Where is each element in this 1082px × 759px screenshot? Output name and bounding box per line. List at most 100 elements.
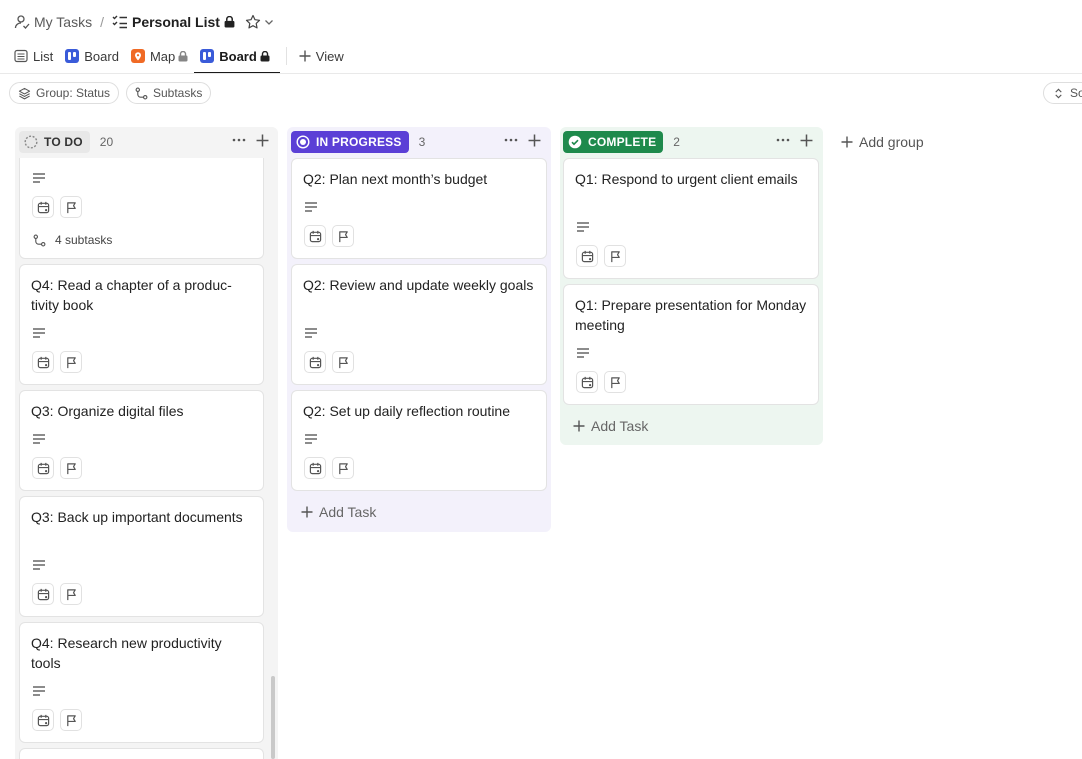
tab-map[interactable]: Map xyxy=(130,45,188,67)
subtasks-button[interactable]: Subtasks xyxy=(126,82,212,104)
calendar-icon[interactable] xyxy=(32,457,54,479)
task-card[interactable]: 4 subtasks xyxy=(19,158,264,259)
plus-icon xyxy=(299,50,311,62)
flag-icon[interactable] xyxy=(332,457,354,479)
subtasks-toggle[interactable]: 4 subtasks xyxy=(33,233,112,247)
add-view-label: View xyxy=(315,48,344,64)
column-header-in-progress: IN PROGRESS 3 xyxy=(291,130,425,154)
description-icon xyxy=(33,434,45,444)
column-actions-complete xyxy=(776,133,813,147)
task-card[interactable]: Q2: Set up daily reflection routine xyxy=(291,390,547,491)
check-circle-icon xyxy=(568,135,588,149)
tab-board[interactable]: Board xyxy=(65,45,119,67)
breadcrumb-separator: / xyxy=(100,14,104,30)
task-count: 3 xyxy=(418,135,426,149)
task-card[interactable]: Q4: Research new productivity tools xyxy=(19,622,264,743)
task-title: Q1: Respond to urgent client emails xyxy=(575,171,798,187)
breadcrumb: My Tasks / Personal List xyxy=(14,12,274,32)
more-icon[interactable] xyxy=(232,133,246,147)
task-title: Q2: Review and update weekly goals xyxy=(303,277,534,293)
add-group-button[interactable]: Add group xyxy=(841,134,924,150)
list-icon xyxy=(14,49,28,63)
checklist-icon xyxy=(112,14,128,30)
more-icon[interactable] xyxy=(504,133,518,147)
task-title: Q3: Organize digital files xyxy=(31,403,184,419)
status-pill-complete[interactable]: COMPLETE xyxy=(563,131,664,153)
flag-icon[interactable] xyxy=(604,245,626,267)
lock-icon xyxy=(260,51,270,62)
task-card[interactable]: Q1: Prepare presentation for Monday meet… xyxy=(563,284,819,405)
calendar-icon[interactable] xyxy=(32,583,54,605)
task-card[interactable]: Q3: Organize digital files xyxy=(19,390,264,491)
my-tasks-icon xyxy=(14,14,30,30)
tab-divider xyxy=(285,47,287,65)
tab-list[interactable]: List xyxy=(14,45,53,67)
calendar-icon[interactable] xyxy=(304,457,326,479)
task-card[interactable]: Q1: Respond to urgent client emails xyxy=(563,158,819,279)
column-scrollbar[interactable] xyxy=(271,676,275,759)
calendar-icon[interactable] xyxy=(576,371,598,393)
flag-icon[interactable] xyxy=(60,709,82,731)
plus-icon xyxy=(301,506,319,518)
task-card[interactable]: Q2: Review and update weekly goals xyxy=(291,264,547,385)
flag-icon[interactable] xyxy=(60,351,82,373)
task-title: Q2: Set up daily reflection routine xyxy=(303,403,511,419)
task-count: 20 xyxy=(99,135,114,149)
group-by-button[interactable]: Group: Status xyxy=(9,82,120,104)
task-card[interactable]: Q3: Back up important documents xyxy=(19,496,264,617)
flag-icon[interactable] xyxy=(332,225,354,247)
status-pill-todo[interactable]: TO DO xyxy=(19,131,90,153)
board-icon xyxy=(200,49,215,63)
calendar-icon[interactable] xyxy=(304,225,326,247)
tab-label: Map xyxy=(149,48,176,64)
calendar-icon[interactable] xyxy=(32,196,54,218)
description-icon xyxy=(33,560,45,570)
view-tabs: List Board Map Board View xyxy=(14,45,356,74)
flag-icon[interactable] xyxy=(60,583,82,605)
todo-status-icon xyxy=(24,135,44,149)
calendar-icon[interactable] xyxy=(32,709,54,731)
tab-board-private[interactable]: Board xyxy=(194,45,280,74)
subtasks-icon xyxy=(33,234,55,247)
layers-icon xyxy=(18,87,36,100)
status-pill-in-progress[interactable]: IN PROGRESS xyxy=(291,131,409,153)
calendar-icon[interactable] xyxy=(304,351,326,373)
description-icon xyxy=(33,173,45,183)
description-icon xyxy=(33,328,45,338)
flag-icon[interactable] xyxy=(60,457,82,479)
subtasks-icon xyxy=(135,87,153,100)
add-view-button[interactable]: View xyxy=(299,45,344,67)
add-icon[interactable] xyxy=(256,134,269,147)
more-icon[interactable] xyxy=(776,133,790,147)
task-card[interactable] xyxy=(19,748,264,759)
add-task-label: Add Task xyxy=(319,504,377,520)
description-icon xyxy=(577,222,589,232)
add-task-button[interactable]: Add Task xyxy=(573,418,648,434)
breadcrumb-my-tasks[interactable]: My Tasks xyxy=(34,14,92,30)
group-by-label: Group: Status xyxy=(36,86,111,100)
subtasks-label: Subtasks xyxy=(153,86,203,100)
task-card[interactable]: Q4: Read a chapter of a produc-tivity bo… xyxy=(19,264,264,385)
status-label: TO DO xyxy=(44,135,83,149)
breadcrumb-personal-list[interactable]: Personal List xyxy=(132,14,220,30)
add-icon[interactable] xyxy=(528,134,541,147)
add-icon[interactable] xyxy=(800,134,813,147)
column-header-complete: COMPLETE 2 xyxy=(563,130,680,154)
column-actions-in-progress xyxy=(504,133,541,147)
task-count: 2 xyxy=(673,135,680,149)
task-card[interactable]: Q2: Plan next month’s budget xyxy=(291,158,547,259)
chevron-down-icon[interactable] xyxy=(264,17,274,27)
star-icon[interactable] xyxy=(245,14,261,30)
sort-button[interactable]: So xyxy=(1043,82,1082,104)
calendar-icon[interactable] xyxy=(32,351,54,373)
flag-icon[interactable] xyxy=(60,196,82,218)
flag-icon[interactable] xyxy=(604,371,626,393)
description-icon xyxy=(305,328,317,338)
calendar-icon[interactable] xyxy=(576,245,598,267)
add-task-button[interactable]: Add Task xyxy=(301,504,376,520)
subtasks-count: 4 subtasks xyxy=(55,233,113,247)
header-divider xyxy=(0,73,1082,74)
tab-label: Board xyxy=(84,48,119,64)
flag-icon[interactable] xyxy=(332,351,354,373)
task-title: Q3: Back up important documents xyxy=(31,509,243,525)
